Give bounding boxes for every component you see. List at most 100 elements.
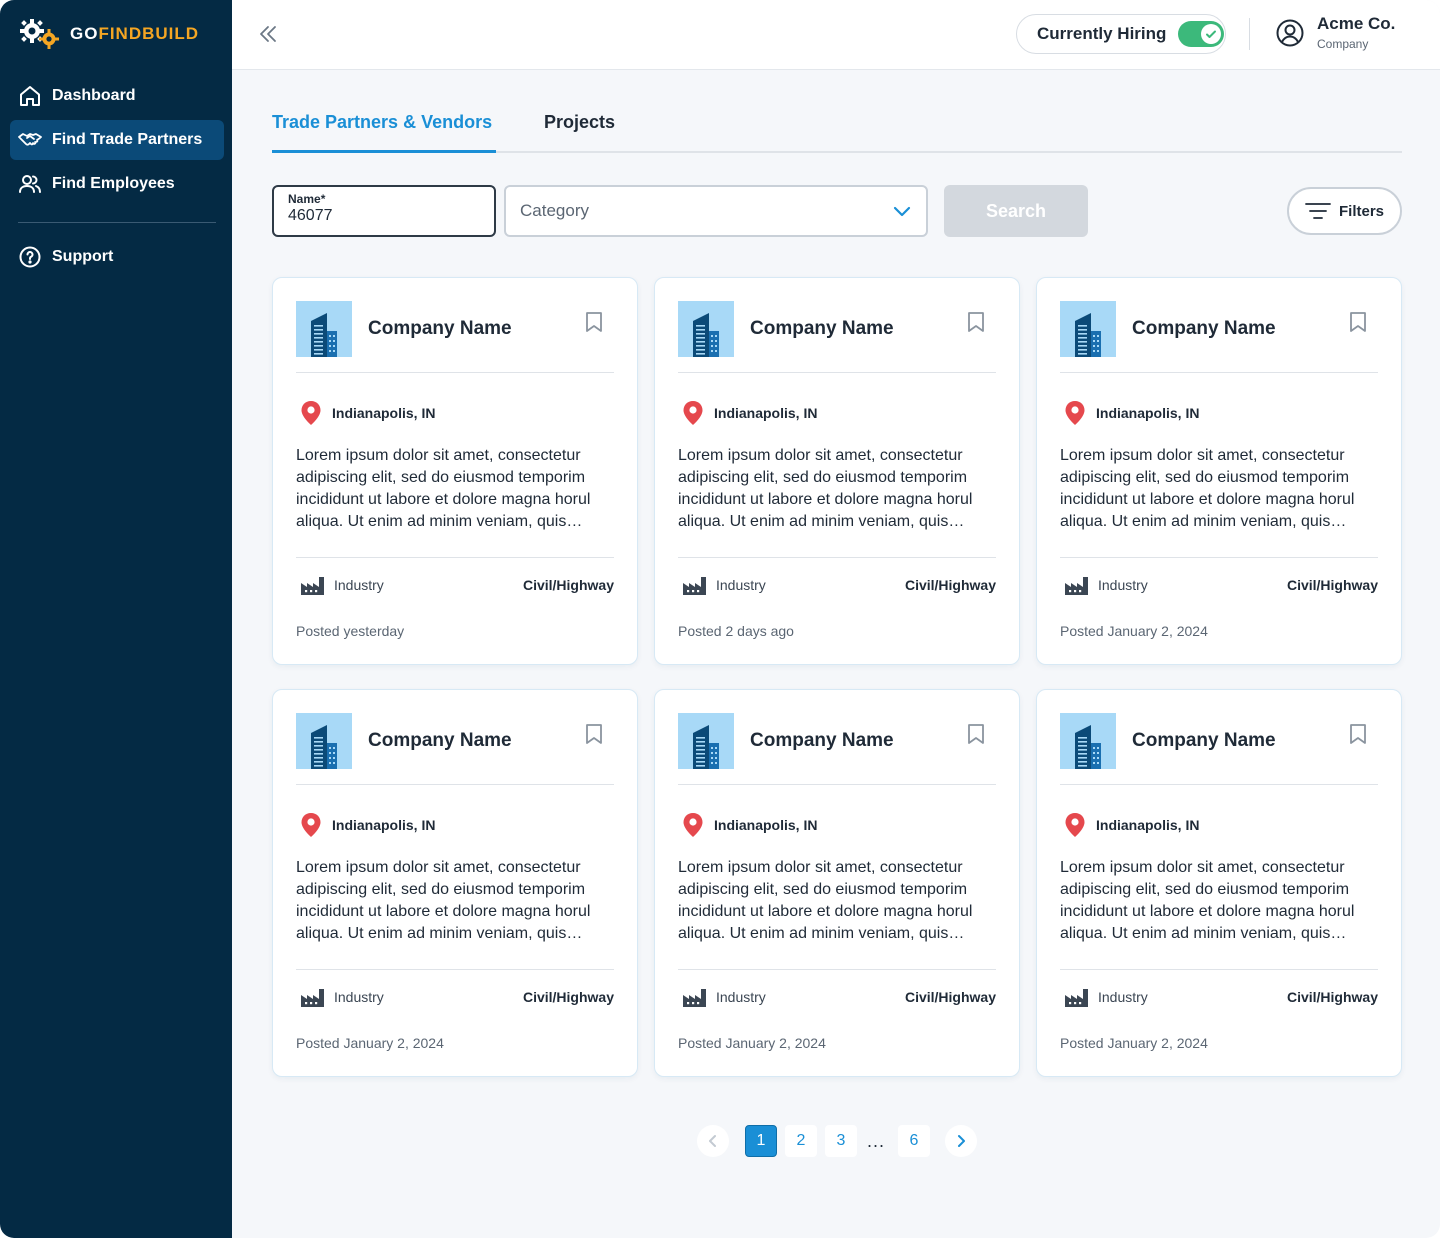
sidebar-item-dashboard[interactable]: Dashboard xyxy=(10,76,224,116)
company-card[interactable]: Company Name Indianapolis, IN Lorem ipsu… xyxy=(272,689,638,1077)
industry-row: Industry xyxy=(1064,986,1148,1008)
factory-icon xyxy=(683,577,706,595)
page-button-6[interactable]: 6 xyxy=(898,1125,930,1157)
industry-label: Industry xyxy=(1098,577,1148,593)
currently-hiring-toggle[interactable] xyxy=(1178,21,1225,47)
factory-icon xyxy=(301,989,324,1007)
posted-date: Posted 2 days ago xyxy=(678,623,794,639)
currently-hiring-label: Currently Hiring xyxy=(1037,24,1167,43)
brand-logo[interactable]: GOFINDBUILD xyxy=(20,16,199,52)
industry-label: Industry xyxy=(334,577,384,593)
chevron-down-icon xyxy=(893,206,911,217)
company-location: Indianapolis, IN xyxy=(1064,400,1199,426)
company-location: Indianapolis, IN xyxy=(1064,812,1199,838)
sidebar-item-find-employees[interactable]: Find Employees xyxy=(10,164,224,204)
industry-row: Industry xyxy=(682,574,766,596)
app-frame: GOFINDBUILD Dashboard Find Trade Partner… xyxy=(0,0,1440,1238)
user-circle-icon xyxy=(1276,19,1304,46)
active-tab-indicator xyxy=(272,150,496,153)
sidebar-item-support[interactable]: Support xyxy=(10,237,224,277)
industry-row: Industry xyxy=(300,574,384,596)
page-button-1[interactable]: 1 xyxy=(745,1125,777,1157)
industry-label: Industry xyxy=(716,577,766,593)
prev-page-button[interactable] xyxy=(697,1125,729,1157)
category-select[interactable]: Category xyxy=(504,185,928,237)
filters-button[interactable]: Filters xyxy=(1287,187,1402,235)
company-name: Company Name xyxy=(368,730,512,751)
tab-bar: Trade Partners & Vendors Projects xyxy=(272,104,1402,153)
map-pin-icon xyxy=(301,401,321,425)
toggle-knob xyxy=(1201,24,1222,44)
sidebar: GOFINDBUILD Dashboard Find Trade Partner… xyxy=(0,0,232,1238)
company-description: Lorem ipsum dolor sit amet, consectetur … xyxy=(678,859,973,942)
card-divider xyxy=(1060,372,1378,373)
industry-value: Civil/Highway xyxy=(522,577,614,593)
industry-label: Industry xyxy=(1098,989,1148,1005)
industry-label: Industry xyxy=(716,989,766,1005)
collapse-sidebar-icon[interactable] xyxy=(256,22,280,46)
building-icon xyxy=(693,725,719,769)
sidebar-divider xyxy=(18,222,216,223)
company-logo xyxy=(296,713,352,769)
industry-row: Industry xyxy=(1064,574,1148,596)
industry-value: Civil/Highway xyxy=(904,577,996,593)
account-menu[interactable]: Acme Co. Company xyxy=(1275,14,1395,51)
card-divider xyxy=(678,784,996,785)
card-divider xyxy=(296,784,614,785)
bookmark-icon[interactable] xyxy=(1349,311,1367,333)
location-text: Indianapolis, IN xyxy=(1096,405,1200,421)
factory-icon xyxy=(1065,989,1088,1007)
industry-value: Civil/Highway xyxy=(904,989,996,1005)
map-pin-icon xyxy=(683,401,703,425)
company-description: Lorem ipsum dolor sit amet, consectetur … xyxy=(1060,859,1355,942)
next-page-button[interactable] xyxy=(945,1125,977,1157)
brand-part-build: BUILD xyxy=(142,24,200,43)
company-card[interactable]: Company Name Indianapolis, IN Lorem ipsu… xyxy=(654,689,1020,1077)
page-button-2[interactable]: 2 xyxy=(785,1125,817,1157)
company-logo xyxy=(1060,713,1116,769)
company-name: Company Name xyxy=(1132,318,1276,339)
building-icon xyxy=(693,313,719,357)
page-button-3[interactable]: 3 xyxy=(825,1125,857,1157)
building-icon xyxy=(311,313,337,357)
company-description: Lorem ipsum dolor sit amet, consectetur … xyxy=(296,859,591,942)
name-input[interactable] xyxy=(288,207,480,225)
card-divider xyxy=(1060,969,1378,970)
company-card[interactable]: Company Name Indianapolis, IN Lorem ipsu… xyxy=(1036,277,1402,665)
building-icon xyxy=(1075,725,1101,769)
factory-icon xyxy=(683,989,706,1007)
tab-trade-partners-vendors[interactable]: Trade Partners & Vendors xyxy=(272,112,492,133)
bookmark-icon[interactable] xyxy=(585,723,603,745)
handshake-icon xyxy=(18,133,42,146)
company-location: Indianapolis, IN xyxy=(300,812,435,838)
tab-projects[interactable]: Projects xyxy=(544,112,615,133)
map-pin-icon xyxy=(1065,401,1085,425)
company-name: Company Name xyxy=(1132,730,1276,751)
name-label-text: Name xyxy=(288,192,321,206)
gears-logo-icon xyxy=(20,19,59,49)
location-text: Indianapolis, IN xyxy=(714,817,818,833)
company-logo xyxy=(678,713,734,769)
card-divider xyxy=(296,557,614,558)
name-field[interactable]: Name* xyxy=(272,185,496,237)
sidebar-item-label: Find Trade Partners xyxy=(52,131,203,148)
bookmark-icon[interactable] xyxy=(967,723,985,745)
industry-row: Industry xyxy=(300,986,384,1008)
company-card[interactable]: Company Name Indianapolis, IN Lorem ipsu… xyxy=(272,277,638,665)
company-card[interactable]: Company Name Indianapolis, IN Lorem ipsu… xyxy=(654,277,1020,665)
pagination-ellipsis: ... xyxy=(867,1131,886,1151)
location-text: Indianapolis, IN xyxy=(332,817,436,833)
bookmark-icon[interactable] xyxy=(1349,723,1367,745)
bookmark-icon[interactable] xyxy=(967,311,985,333)
sidebar-item-label: Support xyxy=(52,248,114,265)
location-text: Indianapolis, IN xyxy=(332,405,436,421)
company-card[interactable]: Company Name Indianapolis, IN Lorem ipsu… xyxy=(1036,689,1402,1077)
sidebar-item-label: Dashboard xyxy=(52,87,136,104)
bookmark-icon[interactable] xyxy=(585,311,603,333)
sidebar-item-find-trade-partners[interactable]: Find Trade Partners xyxy=(10,120,224,160)
required-marker: * xyxy=(320,192,326,206)
factory-icon xyxy=(301,577,324,595)
industry-value: Civil/Highway xyxy=(522,989,614,1005)
search-button[interactable]: Search xyxy=(944,185,1088,237)
posted-date: Posted January 2, 2024 xyxy=(1060,1035,1208,1051)
